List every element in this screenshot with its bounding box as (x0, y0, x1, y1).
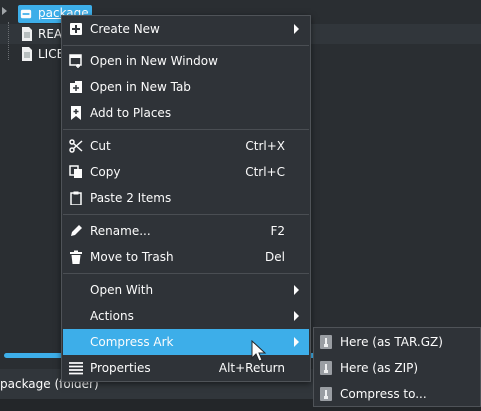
submenu-item-label: Here (as TAR.GZ) (340, 335, 443, 349)
menu-item-label: Open in New Window (90, 54, 218, 68)
scissors-icon (69, 139, 83, 153)
menu-item-cut[interactable]: Cut Ctrl+X (63, 133, 309, 159)
menu-separator (63, 214, 309, 215)
mouse-cursor-icon (251, 340, 267, 362)
menu-item-label: Compress Ark (90, 335, 174, 349)
pencil-icon (71, 225, 82, 236)
file-icon (22, 27, 32, 41)
menu-item-label: Paste 2 Items (90, 191, 172, 205)
menu-item-label: Move to Trash (90, 250, 174, 264)
menu-item-shortcut: Del (265, 250, 285, 264)
copy-icon (69, 165, 82, 178)
trash-icon (70, 250, 82, 264)
submenu-item-zip[interactable]: Here (as ZIP) (315, 355, 479, 381)
archive-icon (320, 335, 332, 349)
menu-item-move-to-trash[interactable]: Move to Trash Del (63, 244, 309, 270)
submenu-arrow-icon (294, 24, 299, 34)
menu-item-open-new-tab[interactable]: Open in New Tab (63, 74, 309, 100)
menu-item-copy[interactable]: Copy Ctrl+C (63, 159, 309, 185)
menu-item-open-with[interactable]: Open With (63, 277, 309, 303)
menu-item-compress-ark[interactable]: Compress Ark (63, 329, 309, 355)
archive-icon (320, 387, 332, 401)
submenu-arrow-icon (294, 285, 299, 295)
bookmark-icon (71, 106, 81, 120)
menu-item-add-to-places[interactable]: Add to Places (63, 100, 309, 126)
menu-item-label: Rename... (90, 224, 151, 238)
menu-item-label: Add to Places (90, 106, 172, 120)
menu-item-actions[interactable]: Actions (63, 303, 309, 329)
menu-item-label: Copy (90, 165, 121, 179)
submenu-arrow-icon (294, 311, 299, 321)
menu-item-shortcut: Ctrl+C (245, 165, 285, 179)
menu-item-label: Cut (90, 139, 111, 153)
context-menu: Create New Open in New Window Open in Ne… (61, 15, 311, 382)
package-icon (20, 9, 32, 19)
menu-item-rename[interactable]: Rename... F2 (63, 218, 309, 244)
menu-item-label: Properties (90, 361, 151, 375)
menu-item-shortcut: Ctrl+X (245, 139, 285, 153)
new-window-icon (69, 54, 82, 68)
menu-item-label: Open With (90, 283, 154, 297)
new-tab-icon (70, 81, 82, 93)
submenu-item-tar-gz[interactable]: Here (as TAR.GZ) (315, 329, 479, 355)
menu-separator (63, 273, 309, 274)
menu-item-paste[interactable]: Paste 2 Items (63, 185, 309, 211)
compress-submenu: Here (as TAR.GZ) Here (as ZIP) Compress … (313, 327, 481, 407)
menu-item-open-new-window[interactable]: Open in New Window (63, 48, 309, 74)
menu-item-create-new[interactable]: Create New (63, 16, 309, 42)
submenu-item-compress-to[interactable]: Compress to... (315, 381, 479, 407)
tree-item-label: REA (38, 27, 63, 41)
menu-item-label: Actions (90, 309, 134, 323)
submenu-item-label: Compress to... (340, 387, 427, 401)
menu-item-label: Create New (90, 22, 160, 36)
tree-guide-lines (8, 22, 21, 60)
menu-item-properties[interactable]: Properties Alt+Return (63, 355, 309, 381)
menu-item-label: Open in New Tab (90, 80, 191, 94)
file-icon (22, 47, 32, 61)
archive-icon (320, 361, 332, 375)
submenu-item-label: Here (as ZIP) (340, 361, 419, 375)
list-icon (69, 362, 83, 375)
menu-separator (63, 129, 309, 130)
submenu-arrow-icon (294, 337, 299, 347)
menu-separator (63, 45, 309, 46)
clipboard-icon (70, 191, 82, 205)
menu-item-shortcut: F2 (270, 224, 285, 238)
menu-item-shortcut: Alt+Return (218, 361, 285, 375)
expand-arrow-icon[interactable] (2, 7, 7, 15)
plus-square-icon (70, 23, 82, 35)
